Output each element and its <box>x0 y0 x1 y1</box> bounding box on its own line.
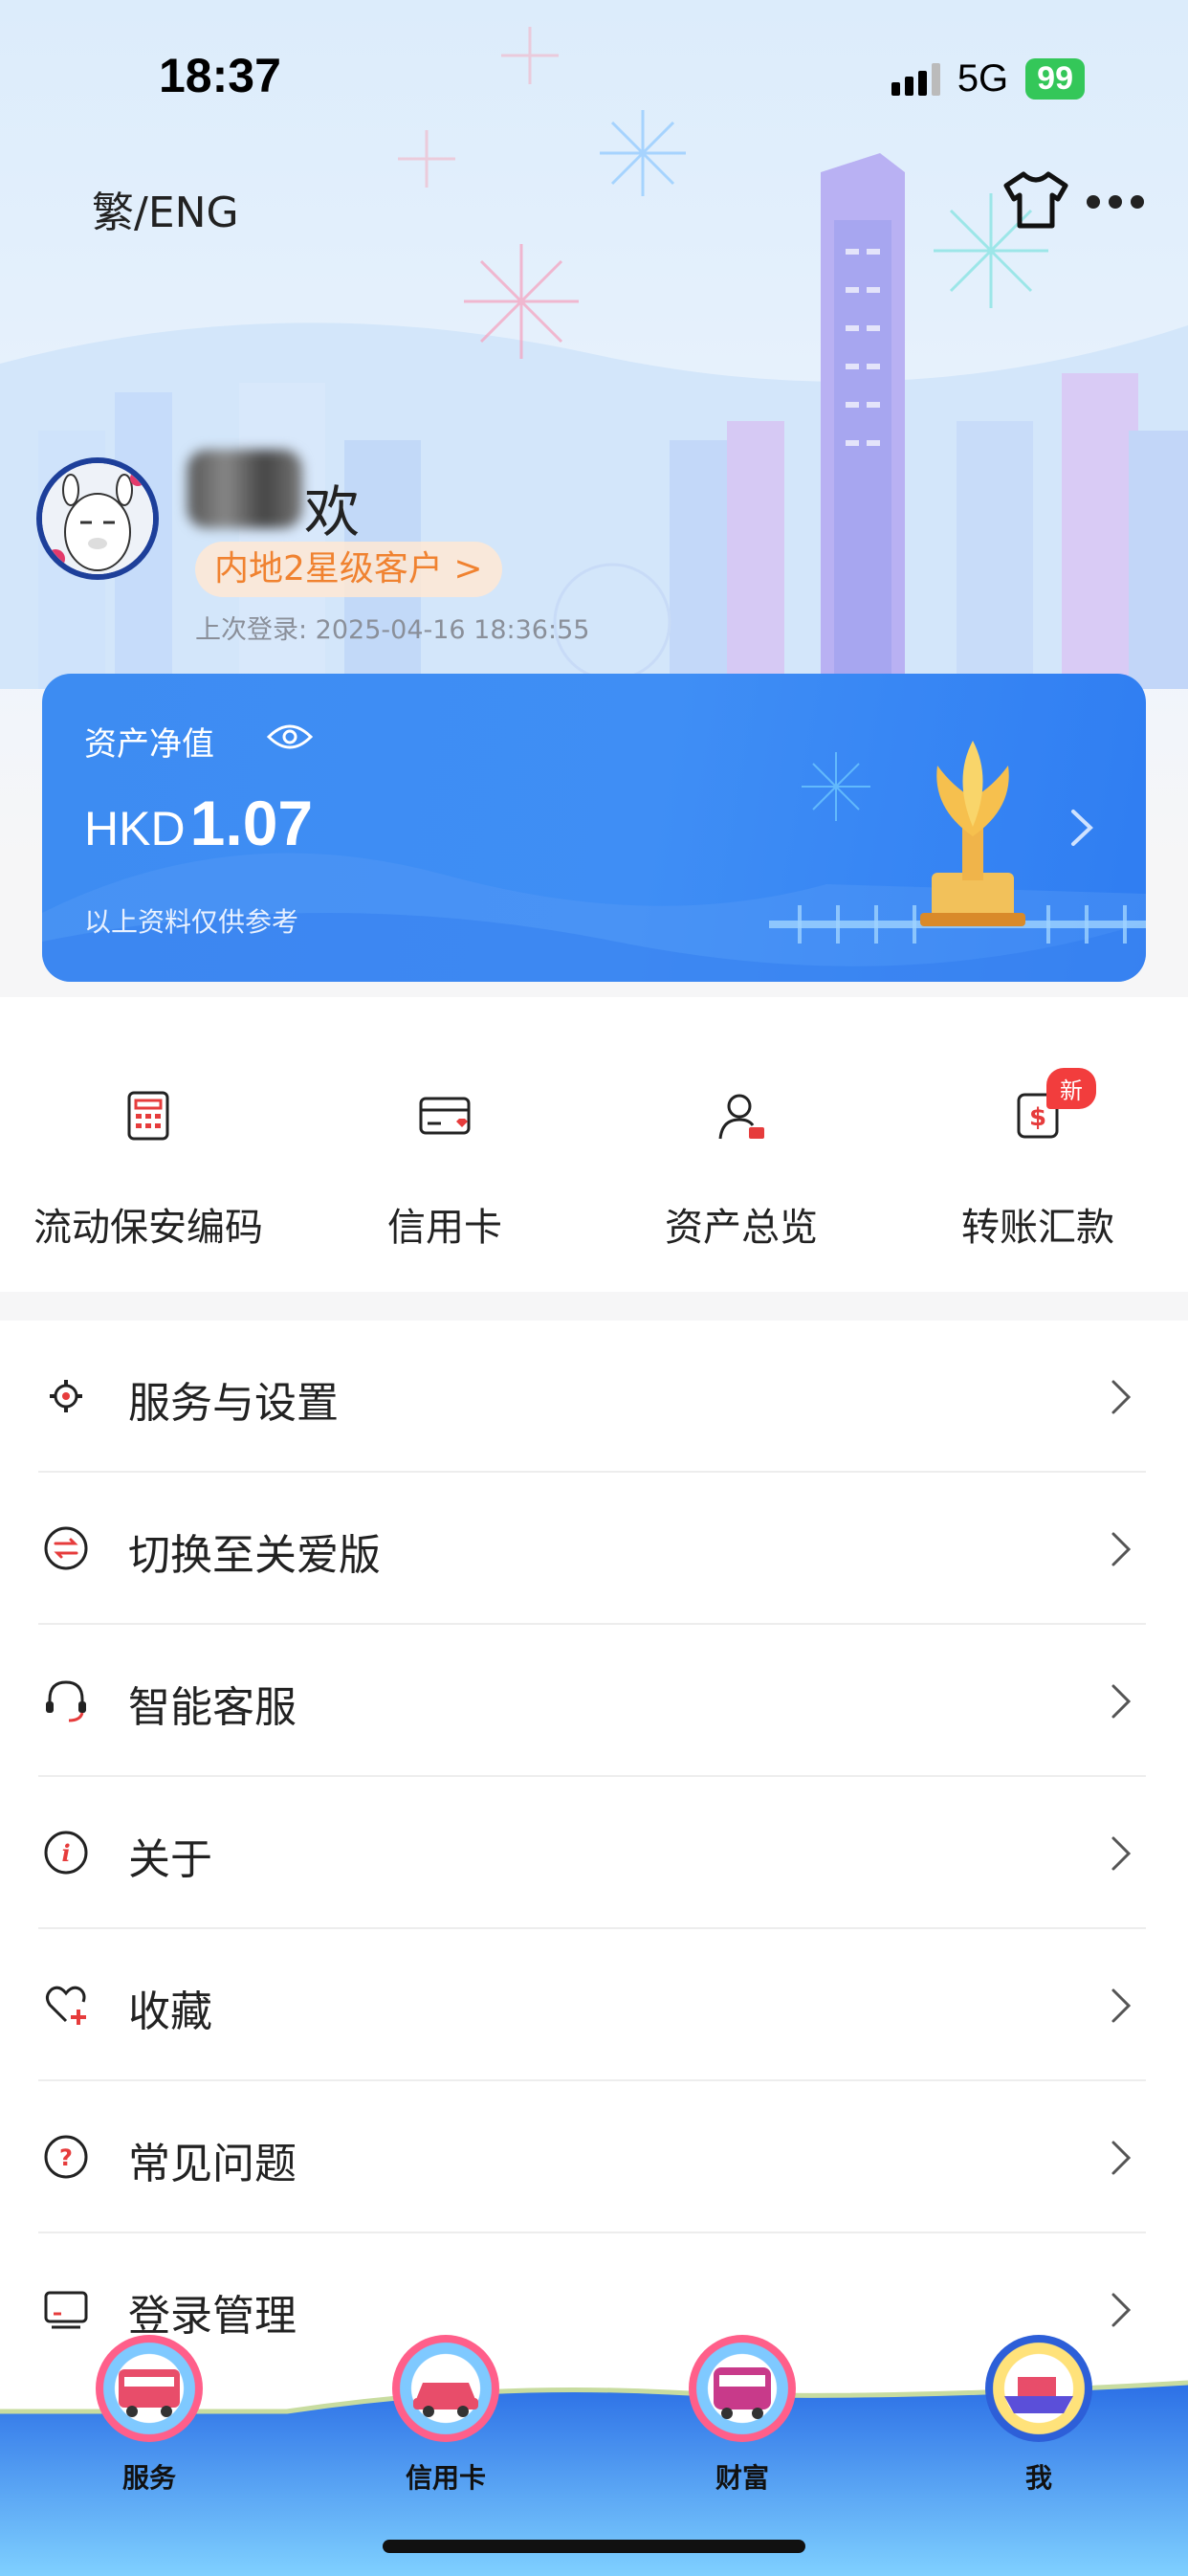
quick-action-label: 资产总览 <box>665 1206 818 1250</box>
quick-action-asset-overview[interactable]: 资产总览 <box>593 997 890 1292</box>
chevron-right-icon[interactable] <box>1067 806 1096 850</box>
asset-card[interactable]: 资产净值 HKD 1.07 以上资料仅供参考 <box>42 674 1146 982</box>
home-indicator <box>383 2540 805 2553</box>
asset-amount: 1.07 <box>189 788 314 858</box>
username: 欢 <box>304 479 361 544</box>
quick-action-label: 转账汇款 <box>961 1206 1114 1250</box>
menu-item-label: 智能客服 <box>128 1683 297 1732</box>
network-label: 5G <box>957 57 1009 100</box>
new-badge: 新 <box>1046 1068 1096 1109</box>
tab-label: 服务 <box>121 2462 176 2494</box>
menu-item-settings[interactable]: 服务与设置 <box>38 1321 1146 1473</box>
svg-text:i: i <box>61 1839 70 1867</box>
chevron-right-icon <box>1111 2293 1132 2327</box>
status-time: 18:37 <box>159 49 281 102</box>
menu-item-faq[interactable]: ? 常见问题 <box>38 2081 1146 2233</box>
menu-item-about[interactable]: i 关于 <box>38 1777 1146 1929</box>
tab-credit-card[interactable]: 信用卡 <box>350 2335 541 2555</box>
chevron-right-icon <box>1111 1684 1132 1719</box>
taxi-icon <box>392 2335 499 2442</box>
status-indicators: 5G 99 <box>891 57 1085 100</box>
headset-icon <box>46 1680 86 1722</box>
menu-list: 服务与设置 切换至关爱版 智能客服 i 关于 收藏 ? 常见问题 登录管理 <box>0 1321 1188 2354</box>
bus-icon <box>96 2335 203 2442</box>
more-icon[interactable] <box>1087 195 1144 209</box>
asset-title: 资产净值 <box>84 725 214 764</box>
menu-item-label: 登录管理 <box>128 2292 297 2341</box>
chevron-right-icon <box>1111 1988 1132 2023</box>
chevron-right-icon <box>1111 1836 1132 1871</box>
menu-item-label: 关于 <box>128 1835 212 1884</box>
bauhinia-statue-icon <box>920 741 1025 926</box>
quick-action-transfer[interactable]: $ 新 转账汇款 <box>890 997 1186 1292</box>
tab-label: 信用卡 <box>405 2462 486 2494</box>
heart-plus-icon <box>45 1986 86 2025</box>
alpaca-avatar-icon <box>42 463 153 574</box>
chevron-right-icon <box>1111 1380 1132 1414</box>
switch-icon <box>44 1526 88 1570</box>
menu-item-customer-service[interactable]: 智能客服 <box>38 1625 1146 1777</box>
quick-action-credit-card[interactable]: 信用卡 <box>297 997 593 1292</box>
tab-me[interactable]: 我 <box>943 2335 1134 2555</box>
credit-card-icon <box>419 1097 471 1135</box>
signal-icon <box>891 62 940 96</box>
battery-indicator: 99 <box>1025 58 1085 100</box>
asset-overview-icon <box>718 1094 764 1140</box>
tab-service[interactable]: 服务 <box>54 2335 245 2555</box>
asset-currency: HKD <box>84 802 186 855</box>
tab-label: 我 <box>1024 2462 1052 2494</box>
menu-item-favorites[interactable]: 收藏 <box>38 1929 1146 2081</box>
tab-label: 财富 <box>715 2462 769 2494</box>
quick-action-label: 流动保安编码 <box>33 1206 263 1250</box>
quick-action-security-code[interactable]: 流动保安编码 <box>0 997 297 1292</box>
quick-action-label: 信用卡 <box>387 1206 502 1250</box>
menu-item-label: 服务与设置 <box>128 1379 339 1428</box>
username-redacted <box>187 450 302 528</box>
menu-item-label: 切换至关爱版 <box>128 1531 381 1580</box>
avatar[interactable] <box>36 457 159 580</box>
question-icon: ? <box>44 2135 88 2179</box>
svg-text:$: $ <box>1029 1103 1046 1132</box>
svg-text:?: ? <box>59 2144 73 2171</box>
tab-wealth[interactable]: 财富 <box>647 2335 838 2555</box>
monitor-icon <box>44 2291 88 2329</box>
chevron-right-icon <box>1111 1532 1132 1566</box>
menu-item-label: 收藏 <box>128 1988 212 2036</box>
shirt-icon[interactable] <box>1002 170 1069 230</box>
asset-value: HKD 1.07 <box>84 787 313 859</box>
language-toggle[interactable]: 繁/ENG <box>92 178 239 239</box>
last-login-time: 上次登录: 2025-04-16 18:36:55 <box>195 615 590 645</box>
chevron-right-icon <box>1111 2141 1132 2175</box>
tram-icon <box>689 2335 796 2442</box>
eye-icon[interactable] <box>266 722 314 752</box>
info-icon: i <box>44 1831 88 1875</box>
gear-icon <box>50 1380 82 1412</box>
security-code-icon <box>127 1091 169 1141</box>
asset-note: 以上资料仅供参考 <box>84 906 299 938</box>
ferry-icon <box>985 2335 1092 2442</box>
tier-badge[interactable]: 内地2星级客户 > <box>195 542 502 597</box>
menu-item-care-mode[interactable]: 切换至关爱版 <box>38 1473 1146 1625</box>
menu-item-label: 常见问题 <box>128 2140 297 2188</box>
quick-actions: 流动保安编码 信用卡 资产总览 $ 新 转账汇款 <box>0 997 1188 1292</box>
